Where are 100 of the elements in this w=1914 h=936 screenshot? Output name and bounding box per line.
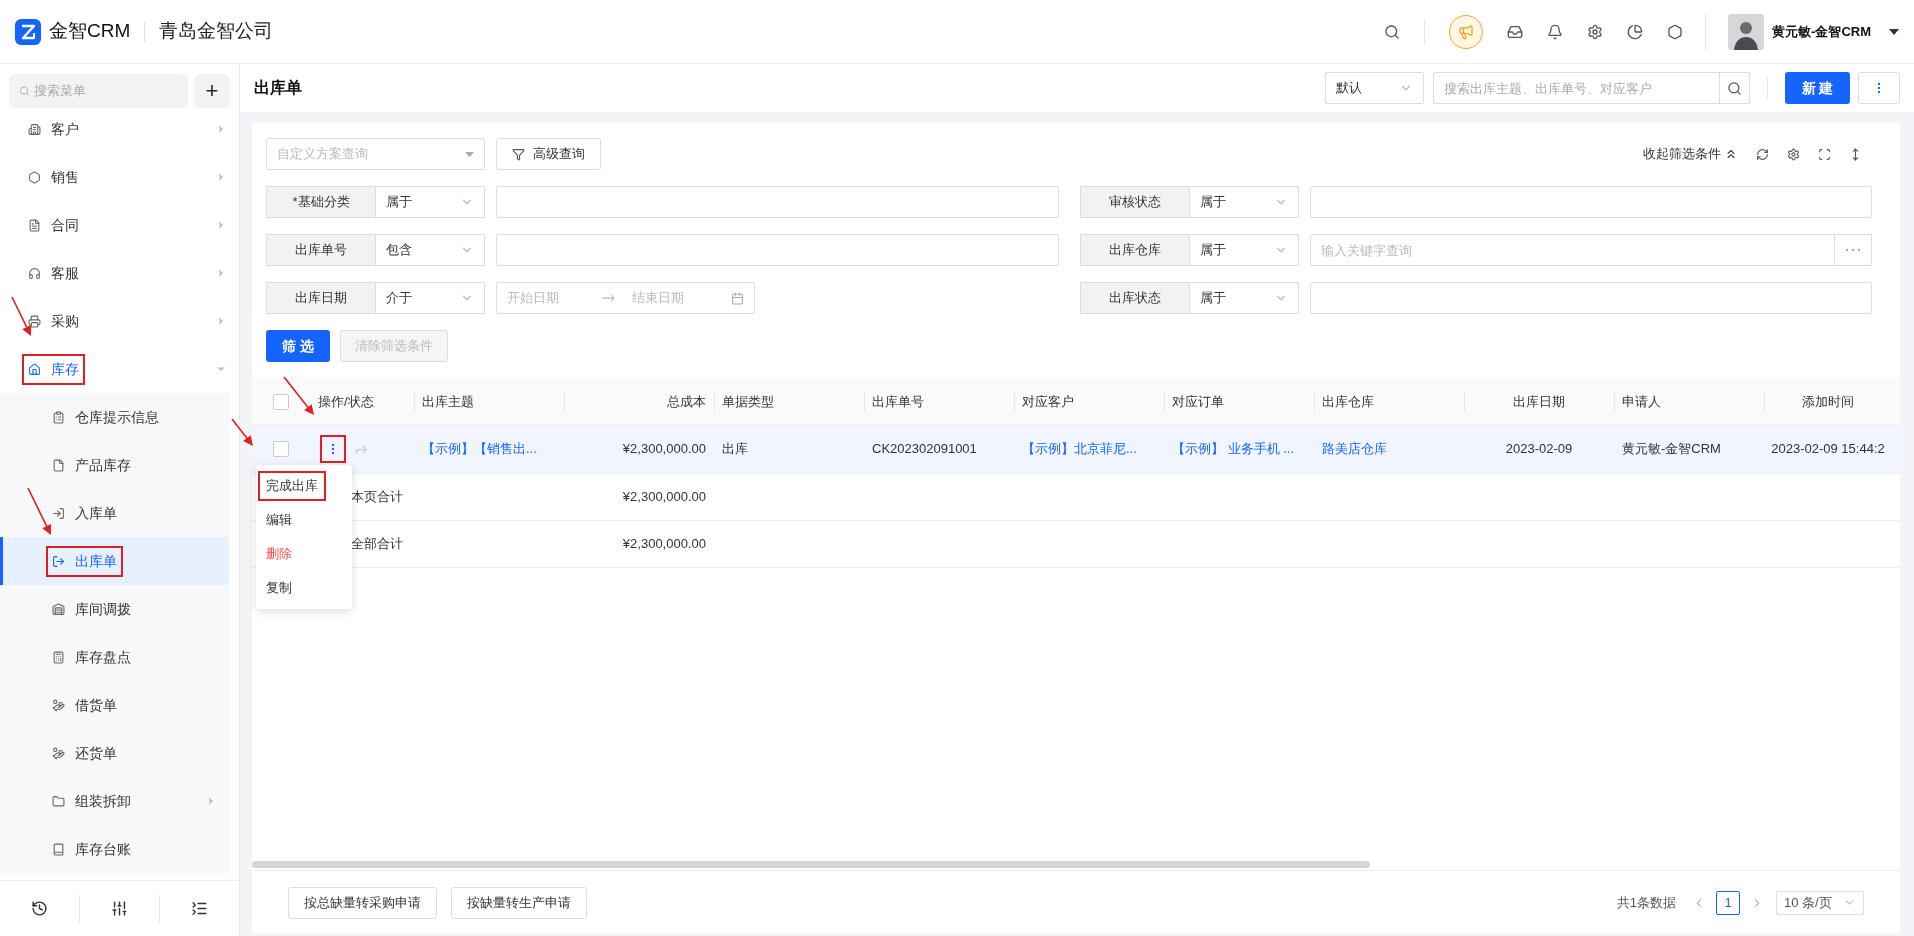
operator-select[interactable]: 属于 (376, 186, 485, 218)
condition-field[interactable] (1309, 186, 1872, 218)
action-button[interactable]: 按缺量转生产申请 (451, 886, 587, 919)
menu-item[interactable]: 编辑 (258, 505, 300, 535)
settings-icon[interactable] (1787, 147, 1800, 161)
operator-select[interactable]: 属于 (1189, 186, 1299, 218)
advanced-search-button[interactable]: 高级查询 (496, 138, 601, 170)
company-name: 青岛金智公司 (159, 19, 274, 44)
search-icon[interactable] (1384, 23, 1401, 40)
condition-field[interactable] (496, 186, 1059, 218)
column-header[interactable]: 出库主题 (422, 391, 474, 412)
table-link[interactable]: 【示例】 业务手机 ... (1172, 439, 1295, 459)
view-select[interactable]: 默认 (1325, 72, 1424, 104)
sidebar-item[interactable]: 库存盘点 (46, 641, 137, 673)
sidebar-item[interactable]: 仓库提示信息 (46, 401, 165, 433)
table-link[interactable]: 【示例】北京菲尼... (1022, 439, 1137, 459)
menu-item[interactable]: 完成出库 (258, 471, 326, 501)
operator-select[interactable]: 包含 (376, 234, 485, 266)
more-button[interactable] (1835, 234, 1872, 266)
bell-icon[interactable] (1547, 23, 1564, 40)
column-header[interactable]: 申请人 (1622, 391, 1661, 412)
sidebar-item[interactable]: 产品库存 (46, 449, 137, 481)
operator-select[interactable]: 介于 (376, 282, 485, 314)
table-row[interactable]: 【示例】【销售出... ¥2,300,000.00 出库 CK202302091001 【示例】北京菲尼... 【示例】 业务手机 ... 路美店仓库 2023-02-09 黄元敏-金智CRM 2023-02-09 15:44:2 (252, 425, 1900, 474)
inbox-icon[interactable] (1507, 23, 1524, 40)
sidebar-item[interactable]: 出库单 (46, 545, 123, 577)
table-cell-text: 2023-02-09 (1505, 440, 1573, 459)
action-button[interactable]: 按总缺量转采购申请 (288, 886, 437, 919)
column-header[interactable]: 出库日期 (1513, 391, 1565, 412)
sidebar-item[interactable]: 组装拆卸 (46, 785, 137, 817)
total-count: 共1条数据 (1616, 893, 1676, 912)
collapse-menu-icon[interactable] (191, 900, 208, 917)
column-header[interactable]: 添加时间 (1802, 391, 1854, 412)
pie-chart-icon[interactable] (1627, 23, 1644, 40)
page-size-select[interactable]: 10 条/页 (1776, 890, 1864, 915)
sidebar-item[interactable]: 库间调拨 (46, 593, 137, 625)
column-header[interactable]: 单据类型 (722, 391, 774, 412)
condition-label: 出库单号 (266, 234, 376, 266)
sidebar-item[interactable]: 销售 (22, 161, 85, 193)
condition-field[interactable] (496, 234, 1059, 266)
column-header[interactable]: 对应订单 (1172, 391, 1224, 412)
hand-icon (52, 698, 65, 712)
header-checkbox[interactable] (273, 393, 289, 410)
row-checkbox[interactable] (273, 441, 289, 457)
add-button[interactable]: + (194, 74, 230, 108)
condition-field[interactable] (1309, 282, 1872, 314)
filter-button[interactable]: 筛 选 (266, 330, 330, 362)
sidebar-item[interactable]: 借货单 (46, 689, 123, 721)
annotation-arrow (27, 487, 51, 535)
refresh-icon[interactable] (1756, 147, 1769, 161)
column-header[interactable]: 对应客户 (1022, 391, 1074, 412)
page-button[interactable]: 1 (1716, 890, 1740, 915)
row-actions-button[interactable] (320, 435, 346, 463)
new-button[interactable]: 新 建 (1785, 72, 1850, 104)
caret-icon[interactable] (1889, 28, 1899, 35)
operator-select[interactable]: 属于 (1189, 234, 1299, 266)
announcement-button[interactable] (1449, 14, 1484, 49)
chevrons-up-icon (1724, 147, 1738, 161)
ellipsis-icon (1845, 248, 1861, 252)
calculator-icon (52, 650, 65, 664)
sidebar-item[interactable]: 入库单 (46, 497, 123, 529)
sidebar-item[interactable]: 库存 (22, 353, 85, 385)
avatar[interactable] (1728, 13, 1765, 50)
caret-icon (465, 151, 474, 157)
column-header[interactable]: 出库单号 (872, 391, 924, 412)
column-header[interactable]: 总成本 (667, 391, 706, 412)
filter-icon (512, 147, 525, 161)
more-button[interactable] (1858, 72, 1900, 104)
hexagon-icon (28, 170, 41, 184)
settings-icon[interactable] (1587, 23, 1604, 40)
table-link[interactable]: 路美店仓库 (1322, 439, 1387, 459)
operator-select[interactable]: 属于 (1189, 282, 1299, 314)
table-cell-text: ¥2,300,000.00 (622, 440, 706, 459)
fullscreen-icon[interactable] (1818, 147, 1831, 161)
sidebar-item[interactable]: 库存台账 (46, 833, 137, 865)
sliders-icon[interactable] (111, 900, 128, 917)
warehouse-icon (28, 362, 41, 376)
search-box[interactable]: 搜索出库主题、出库单号、对应客户 (1433, 72, 1750, 104)
menu-item[interactable]: 复制 (258, 573, 300, 603)
sidebar-item[interactable]: 还货单 (46, 737, 123, 769)
search-icon[interactable] (1727, 80, 1742, 96)
keyword-field[interactable]: 输入关键字查询 (1309, 234, 1835, 266)
history-icon[interactable] (31, 900, 48, 917)
sidebar-item[interactable]: 客户 (22, 118, 85, 145)
sidebar-item[interactable]: 采购 (22, 305, 85, 337)
user-name[interactable]: 黄元敏-金智CRM (1772, 21, 1871, 42)
table-link[interactable]: 【示例】【销售出... (422, 439, 537, 459)
column-header[interactable]: 操作/状态 (318, 391, 374, 412)
printer-icon (28, 314, 41, 328)
scrollbar[interactable] (252, 861, 1370, 868)
sidebar-item[interactable]: 客服 (22, 257, 85, 289)
megaphone-icon (1458, 23, 1475, 40)
search-field[interactable]: 搜索出库主题、出库单号、对应客户 (1434, 73, 1719, 103)
menu-search-field[interactable]: 搜索菜单 (33, 81, 178, 101)
collapse-filter-button[interactable]: 收起筛选条件 (1643, 144, 1738, 164)
column-header[interactable]: 出库仓库 (1322, 391, 1374, 412)
sidebar-item[interactable]: 合同 (22, 209, 85, 241)
hexagon-icon[interactable] (1667, 23, 1684, 40)
menu-search-box[interactable]: 搜索菜单 (9, 74, 188, 108)
summary-label: 本页合计 (351, 488, 403, 507)
